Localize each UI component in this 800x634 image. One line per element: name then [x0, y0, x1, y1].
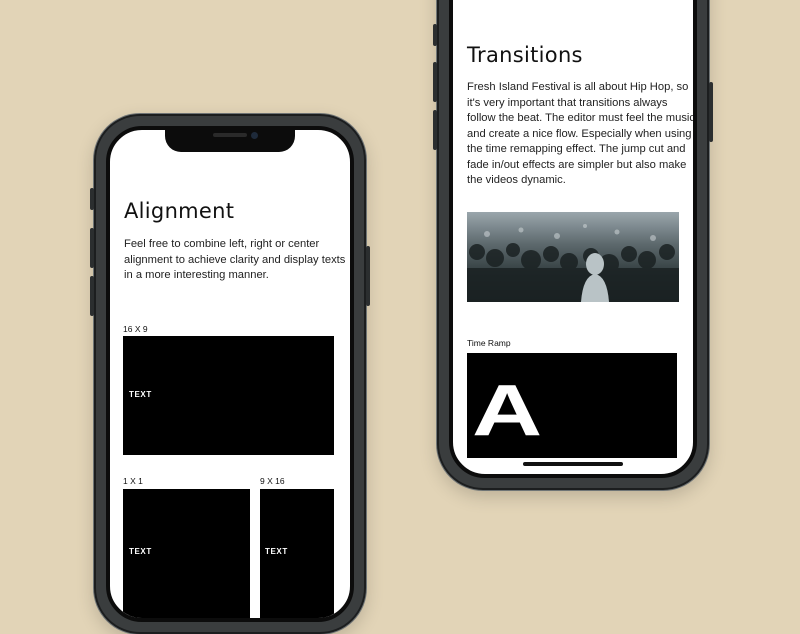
volume-up-button: [433, 62, 437, 102]
home-indicator[interactable]: [523, 462, 623, 466]
video-preview-16x9[interactable]: TEXT: [123, 336, 334, 455]
time-ramp-preview[interactable]: A: [467, 353, 677, 458]
right-phone-mockup: Transitions Fresh Island Festival is all…: [433, 0, 713, 490]
format-label-1x1: 1 X 1: [123, 476, 143, 486]
left-phone-screen: Alignment Feel free to combine left, rig…: [106, 126, 354, 622]
volume-down-button: [90, 276, 94, 316]
transitions-description: Fresh Island Festival is all about Hip H…: [467, 81, 696, 186]
mute-switch: [433, 24, 437, 46]
power-button: [366, 246, 370, 306]
format-label-16x9: 16 X 9: [123, 324, 148, 334]
preview-text-9x16: TEXT: [265, 547, 288, 556]
left-phone-mockup: Alignment Feel free to combine left, rig…: [90, 114, 370, 634]
video-preview-1x1[interactable]: TEXT: [123, 489, 250, 618]
volume-up-button: [90, 228, 94, 268]
speaker-grille: [213, 133, 247, 137]
volume-down-button: [433, 110, 437, 150]
preview-text-1x1: TEXT: [129, 547, 152, 556]
video-preview-9x16[interactable]: TEXT: [260, 489, 334, 618]
page-title: Transitions: [467, 43, 583, 67]
right-phone-screen: Transitions Fresh Island Festival is all…: [449, 0, 697, 478]
mute-switch: [90, 188, 94, 210]
time-ramp-letter: A: [472, 371, 543, 451]
crowd-photo-graphic: [467, 224, 679, 302]
power-button: [709, 82, 713, 142]
time-ramp-label: Time Ramp: [467, 338, 511, 348]
format-label-9x16: 9 X 16: [260, 476, 285, 486]
crowd-photo: [467, 212, 679, 302]
preview-text-16x9: TEXT: [129, 390, 152, 399]
page-title: Alignment: [124, 199, 235, 223]
phone-notch: [165, 130, 295, 152]
front-camera-icon: [251, 132, 258, 139]
alignment-description: Feel free to combine left, right or cent…: [124, 238, 346, 281]
